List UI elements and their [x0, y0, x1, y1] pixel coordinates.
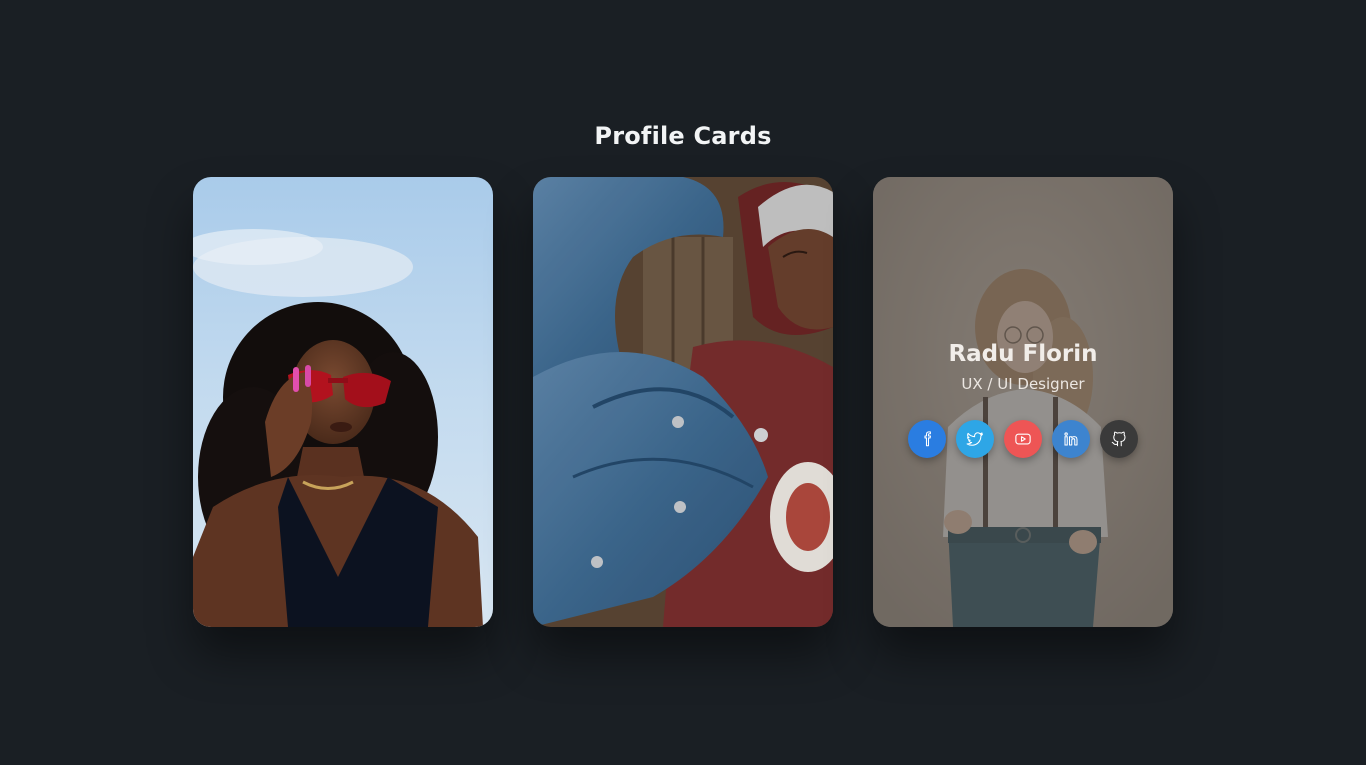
social-links	[873, 420, 1173, 458]
github-icon	[1111, 431, 1126, 447]
youtube-link[interactable]	[1004, 420, 1042, 458]
page-title: Profile Cards	[594, 122, 772, 150]
man-denim-jacket-photo	[533, 177, 833, 627]
linkedin-icon	[1064, 432, 1078, 446]
facebook-icon	[924, 431, 931, 447]
youtube-icon	[1015, 433, 1031, 445]
profile-card-1[interactable]	[193, 177, 493, 627]
page: Profile Cards Radu Florin UX / UI Design…	[0, 0, 1366, 765]
woman-red-sunglasses-photo	[193, 177, 493, 627]
linkedin-link[interactable]	[1052, 420, 1090, 458]
profile-name: Radu Florin	[948, 341, 1098, 367]
twitter-icon	[966, 432, 984, 446]
github-link[interactable]	[1100, 420, 1138, 458]
card-info: Radu Florin UX / UI Designer	[873, 337, 1173, 458]
twitter-link[interactable]	[956, 420, 994, 458]
facebook-link[interactable]	[908, 420, 946, 458]
profile-role: UX / UI Designer	[961, 375, 1085, 393]
profile-card-3[interactable]: Radu Florin UX / UI Designer	[873, 177, 1173, 627]
profile-card-2[interactable]	[533, 177, 833, 627]
